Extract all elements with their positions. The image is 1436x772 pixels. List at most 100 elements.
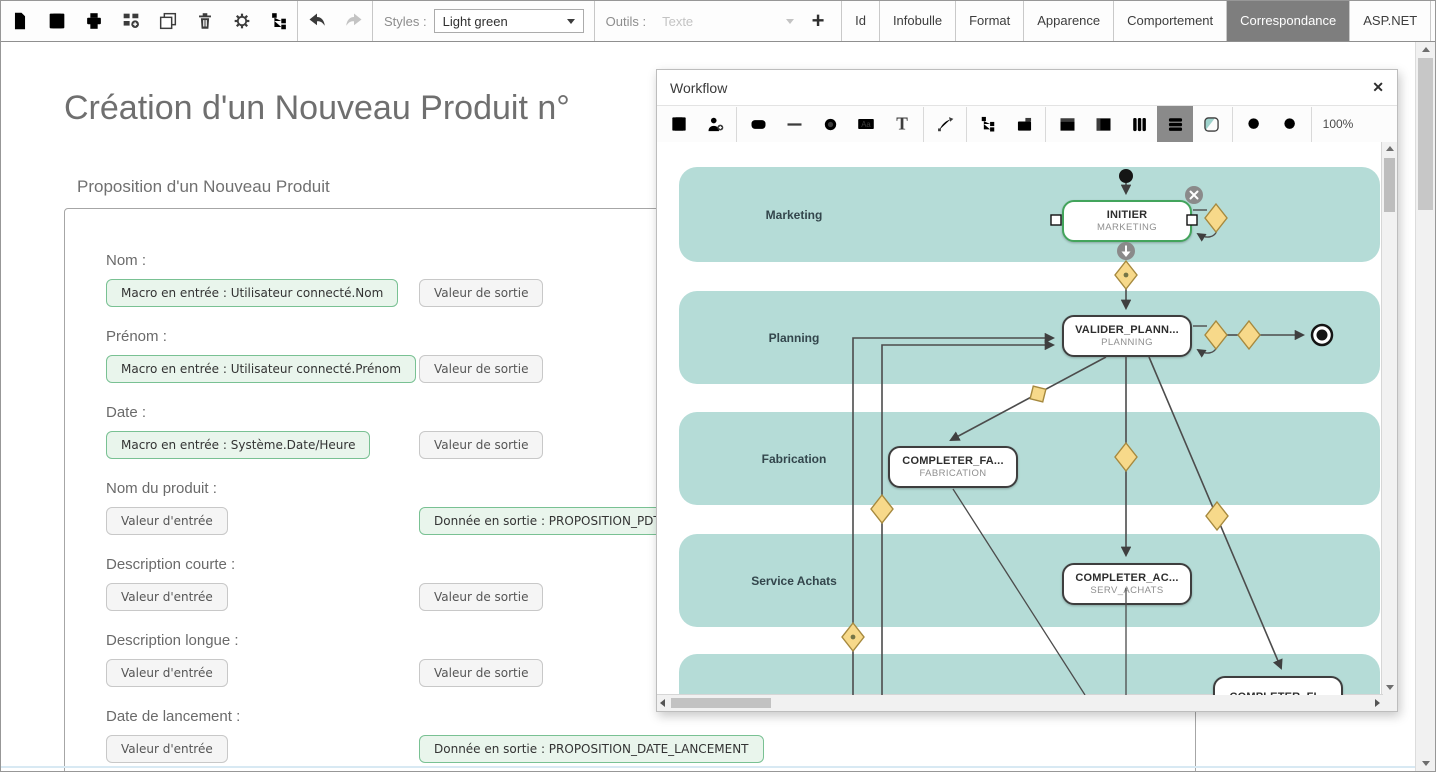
scroll-up-icon[interactable] — [1386, 146, 1394, 151]
scrollbar-thumb[interactable] — [1384, 158, 1395, 212]
toolbar-divider — [736, 107, 737, 142]
tab-id[interactable]: Id — [841, 1, 879, 41]
macro-input-button[interactable]: Macro en entrée : Utilisateur connecté.P… — [106, 355, 416, 383]
input-value-button[interactable]: Valeur d'entrée — [106, 583, 228, 611]
rounded-rect-tool-icon[interactable] — [740, 106, 776, 142]
page-tab-icon[interactable] — [1006, 106, 1042, 142]
toolbar-divider — [1311, 107, 1312, 142]
lane-planning: Planning — [679, 291, 1380, 384]
settings-gear-icon[interactable] — [223, 1, 260, 41]
output-data-button[interactable]: Donnée en sortie : PROPOSITION_DATE_LANC… — [419, 735, 764, 763]
styles-select[interactable]: Light green — [434, 9, 584, 33]
outils-select-value: Texte — [662, 14, 693, 29]
node-subtitle: SERV_ACHATS — [1090, 585, 1163, 596]
tab-aspnet[interactable]: ASP.NET — [1349, 1, 1430, 41]
node-title: VALIDER_PLANN... — [1075, 324, 1179, 336]
node-initier[interactable]: INITIER MARKETING — [1062, 200, 1192, 242]
zoom-in-icon[interactable] — [1272, 106, 1308, 142]
input-value-button[interactable]: Valeur d'entrée — [106, 507, 228, 535]
property-tabs: Id Infobulle Format Apparence Comporteme… — [841, 1, 1431, 41]
svg-text:Aa: Aa — [861, 120, 871, 129]
lane-label: Fabrication — [719, 452, 869, 466]
node-completer-achats[interactable]: COMPLETER_AC... SERV_ACHATS — [1062, 563, 1192, 605]
output-value-button[interactable]: Valeur de sortie — [419, 583, 543, 611]
scrollbar-thumb[interactable] — [1418, 58, 1433, 210]
tab-comportement[interactable]: Comportement — [1113, 1, 1226, 41]
theme-color-icon[interactable] — [1193, 106, 1229, 142]
output-data-button[interactable]: Donnée en sortie : PROPOSITION_PDT — [419, 507, 676, 535]
toolbar-divider — [1045, 107, 1046, 142]
expand-icon[interactable] — [1431, 8, 1436, 35]
node-subtitle: MARKETING — [1097, 222, 1157, 233]
redo-icon[interactable] — [335, 1, 372, 41]
form-row: Date de lancement : Valeur d'entrée Donn… — [106, 708, 806, 770]
outils-select[interactable]: Texte — [653, 9, 803, 33]
undo-icon[interactable] — [298, 1, 335, 41]
node-valider-planning[interactable]: VALIDER_PLANN... PLANNING — [1062, 315, 1192, 357]
input-value-button[interactable]: Valeur d'entrée — [106, 659, 228, 687]
macro-input-button[interactable]: Macro en entrée : Système.Date/Heure — [106, 431, 370, 459]
scroll-down-icon[interactable] — [1386, 685, 1394, 690]
vertical-lanes-icon[interactable] — [1121, 106, 1157, 142]
scrollbar-thumb[interactable] — [671, 698, 771, 708]
zoom-level-value: 100% — [1315, 117, 1361, 131]
toolbar-divider — [1232, 107, 1233, 142]
workflow-dialog-titlebar[interactable]: Workflow ✕ — [657, 70, 1397, 106]
tab-apparence[interactable]: Apparence — [1023, 1, 1113, 41]
tab-correspondance[interactable]: Correspondance — [1226, 1, 1349, 41]
input-value-button[interactable]: Valeur d'entrée — [106, 735, 228, 763]
workflow-horizontal-scrollbar[interactable] — [657, 694, 1383, 711]
label-box-tool-icon[interactable]: Aa — [848, 106, 884, 142]
node-title: COMPLETER_FA... — [902, 455, 1003, 467]
workflow-dialog: Workflow ✕ Aa T — [656, 69, 1398, 712]
workflow-dialog-title: Workflow — [670, 80, 727, 96]
page-bottom-divider — [1, 766, 1415, 768]
zoom-out-icon[interactable] — [1236, 106, 1272, 142]
table-columns-icon[interactable] — [1049, 106, 1085, 142]
delete-icon[interactable] — [186, 1, 223, 41]
add-blocks-icon[interactable] — [112, 1, 149, 41]
scroll-right-icon[interactable] — [1375, 699, 1380, 707]
toolbar-divider — [923, 107, 924, 142]
horizontal-lanes-icon[interactable] — [1157, 106, 1193, 142]
lane-label: Planning — [719, 331, 869, 345]
duplicate-icon[interactable] — [149, 1, 186, 41]
output-value-button[interactable]: Valeur de sortie — [419, 355, 543, 383]
node-subtitle: FABRICATION — [919, 468, 986, 479]
table-rows-icon[interactable] — [1085, 106, 1121, 142]
gateway-square — [1030, 386, 1046, 402]
workflow-canvas[interactable]: Marketing Planning Fabrication Service A… — [657, 142, 1382, 695]
output-value-button[interactable]: Valeur de sortie — [419, 431, 543, 459]
tab-infobulle[interactable]: Infobulle — [879, 1, 955, 41]
tab-format[interactable]: Format — [955, 1, 1023, 41]
scroll-left-icon[interactable] — [660, 699, 665, 707]
main-toolbar: Styles : Light green Outils : Texte + Id… — [1, 1, 1435, 42]
workflow-vertical-scrollbar[interactable] — [1381, 142, 1397, 711]
gateway-diamond — [1115, 261, 1137, 289]
close-icon[interactable]: ✕ — [1372, 79, 1384, 96]
save-icon[interactable] — [38, 1, 75, 41]
scroll-down-icon[interactable] — [1422, 761, 1430, 766]
new-document-icon[interactable] — [1, 1, 38, 41]
output-value-button[interactable]: Valeur de sortie — [419, 659, 543, 687]
macro-input-button[interactable]: Macro en entrée : Utilisateur connecté.N… — [106, 279, 398, 307]
end-node-tool-icon[interactable] — [812, 106, 848, 142]
add-user-icon[interactable] — [697, 106, 733, 142]
print-icon[interactable] — [75, 1, 112, 41]
output-value-button[interactable]: Valeur de sortie — [419, 279, 543, 307]
lane-fabrication: Fabrication — [679, 412, 1380, 505]
add-button[interactable]: + — [803, 1, 833, 41]
lane-label: Service Achats — [719, 574, 869, 588]
line-tool-icon[interactable] — [776, 106, 812, 142]
page-vertical-scrollbar[interactable] — [1415, 42, 1435, 771]
lane-marketing: Marketing — [679, 167, 1380, 262]
node-completer-fabrication[interactable]: COMPLETER_FA... FABRICATION — [888, 446, 1018, 488]
hierarchy-icon[interactable] — [260, 1, 297, 41]
text-tool-icon[interactable]: T — [884, 106, 920, 142]
connector-pen-tool-icon[interactable] — [927, 106, 963, 142]
node-completer-fi[interactable]: COMPLETER_FI... — [1213, 676, 1343, 695]
scroll-up-icon[interactable] — [1422, 47, 1430, 52]
wf-hierarchy-icon[interactable] — [970, 106, 1006, 142]
wf-save-icon[interactable] — [661, 106, 697, 142]
app-window: Styles : Light green Outils : Texte + Id… — [0, 0, 1436, 772]
